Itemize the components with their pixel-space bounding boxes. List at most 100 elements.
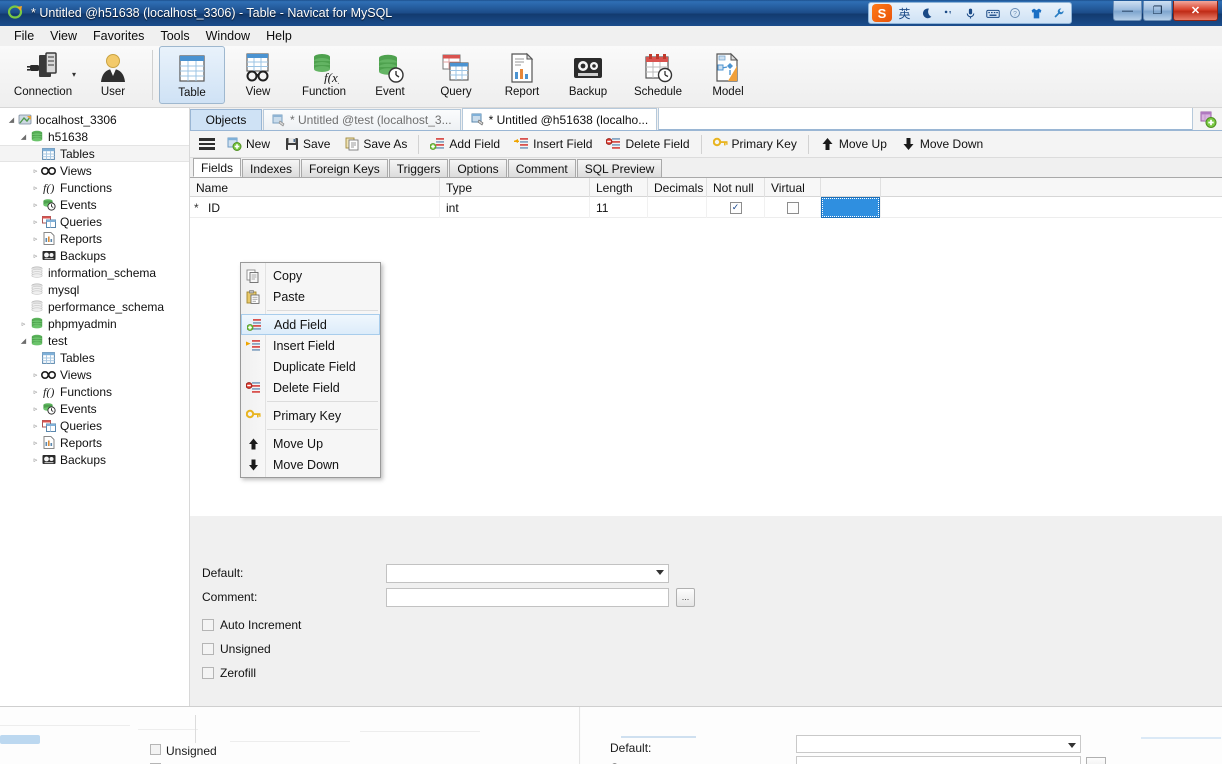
- ghost-comment-input[interactable]: [796, 756, 1081, 764]
- context-menu-item-delete-field[interactable]: Delete Field: [241, 377, 380, 398]
- toolbar-button-schedule[interactable]: Schedule: [621, 46, 695, 104]
- context-menu-item-paste[interactable]: Paste: [241, 286, 380, 307]
- sogou-logo-icon[interactable]: S: [872, 4, 892, 22]
- tree-node-test-queries[interactable]: ▹ Queries: [0, 417, 189, 434]
- tab-untitled-h51638[interactable]: * Untitled @h51638 (localho...: [461, 108, 658, 130]
- cell-field-virtual[interactable]: [765, 197, 821, 218]
- ime-toolbar[interactable]: S 英 ?: [868, 2, 1072, 24]
- toolbar-button-model[interactable]: Model: [695, 46, 761, 104]
- ime-microphone-icon[interactable]: [961, 4, 980, 22]
- subtab-foreign-keys[interactable]: Foreign Keys: [301, 159, 388, 177]
- tree-node-h51638-views[interactable]: ▹ Views: [0, 162, 189, 179]
- toolbar-button-backup[interactable]: Backup: [555, 46, 621, 104]
- toolbar-button-user[interactable]: User: [80, 46, 146, 104]
- selected-cell-highlight[interactable]: [821, 197, 880, 218]
- toolbar-button-event[interactable]: Event: [357, 46, 423, 104]
- column-header-length[interactable]: Length: [590, 178, 648, 197]
- table-row[interactable]: * ID int 11 ✓: [190, 197, 1222, 218]
- ghost-unsigned-checkbox[interactable]: [150, 744, 161, 755]
- column-header-virtual[interactable]: Virtual: [765, 178, 821, 197]
- expander-icon[interactable]: ▹: [30, 167, 41, 175]
- tree-node-localhost_3306[interactable]: ◢ localhost_3306: [0, 111, 189, 128]
- unsigned-checkbox[interactable]: [202, 643, 214, 655]
- cell-field-not-null[interactable]: ✓: [707, 197, 765, 218]
- expander-icon[interactable]: ▹: [30, 388, 41, 396]
- cell-field-name[interactable]: * ID: [190, 197, 440, 218]
- comment-browse-button[interactable]: ...: [676, 587, 695, 607]
- tree-node-test-tables[interactable]: Tables: [0, 349, 189, 366]
- auto-increment-checkbox[interactable]: [202, 619, 214, 631]
- cell-field-type[interactable]: int: [440, 197, 590, 218]
- minimize-button[interactable]: —: [1113, 1, 1142, 21]
- toolbar-button-function[interactable]: f(x) Function: [291, 46, 357, 104]
- context-menu-item-move-down[interactable]: Move Down: [241, 454, 380, 475]
- not-null-checkbox[interactable]: ✓: [729, 201, 742, 214]
- tree-node-h51638-functions[interactable]: ▹ f() Functions: [0, 179, 189, 196]
- expander-icon[interactable]: ▹: [30, 218, 41, 226]
- maximize-button[interactable]: ❐: [1143, 1, 1172, 21]
- context-menu-item-add-field[interactable]: Add Field: [241, 314, 380, 335]
- toolbar-button-view[interactable]: View: [225, 46, 291, 104]
- chevron-down-icon[interactable]: [656, 569, 664, 575]
- tree-node-test-reports[interactable]: ▹ Reports: [0, 434, 189, 451]
- expander-icon[interactable]: ◢: [18, 133, 29, 141]
- tree-node-phpmyadmin[interactable]: ▹ phpmyadmin: [0, 315, 189, 332]
- expander-icon[interactable]: ▹: [30, 439, 41, 447]
- tree-node-h51638-backups[interactable]: ▹ Backups: [0, 247, 189, 264]
- expander-icon[interactable]: ◢: [18, 337, 29, 345]
- menu-view[interactable]: View: [42, 27, 85, 45]
- ime-punctuation-icon[interactable]: [939, 4, 958, 22]
- tab-objects[interactable]: Objects: [190, 109, 262, 130]
- cell-field-key[interactable]: [821, 197, 881, 218]
- expander-icon[interactable]: ▹: [30, 201, 41, 209]
- cell-field-decimals[interactable]: [648, 197, 707, 218]
- menu-window[interactable]: Window: [198, 27, 258, 45]
- menu-favorites[interactable]: Favorites: [85, 27, 152, 45]
- tree-node-test-backups[interactable]: ▹ Backups: [0, 451, 189, 468]
- cell-field-length[interactable]: 11: [590, 197, 648, 218]
- chevron-down-icon[interactable]: ▾: [72, 70, 76, 79]
- context-menu-item-primary-key[interactable]: Primary Key: [241, 405, 380, 426]
- move-up-button[interactable]: Move Up: [813, 133, 894, 155]
- column-header-decimals[interactable]: Decimals: [648, 178, 707, 197]
- toolbar-button-query[interactable]: Query: [423, 46, 489, 104]
- tree-node-test-events[interactable]: ▹ Events: [0, 400, 189, 417]
- toolbar-button-table[interactable]: Table: [159, 46, 225, 104]
- expander-icon[interactable]: ▹: [30, 422, 41, 430]
- ime-settings-wrench-icon[interactable]: [1049, 4, 1068, 22]
- expander-icon[interactable]: ▹: [18, 320, 29, 328]
- tree-node-h51638-events[interactable]: ▹ Events: [0, 196, 189, 213]
- tree-node-h51638-tables[interactable]: Tables: [0, 145, 189, 162]
- toolbar-button-report[interactable]: Report: [489, 46, 555, 104]
- tree-node-h51638[interactable]: ◢ h51638: [0, 128, 189, 145]
- tree-node-performance_schema[interactable]: performance_schema: [0, 298, 189, 315]
- column-header-type[interactable]: Type: [440, 178, 590, 197]
- ime-keyboard-icon[interactable]: [983, 4, 1002, 22]
- column-header-key[interactable]: [821, 178, 881, 197]
- subtab-fields[interactable]: Fields: [193, 158, 242, 177]
- menu-tools[interactable]: Tools: [152, 27, 197, 45]
- tree-node-mysql[interactable]: mysql: [0, 281, 189, 298]
- ime-moon-icon[interactable]: [917, 4, 936, 22]
- column-header-name[interactable]: Name: [190, 178, 440, 197]
- subtab-triggers[interactable]: Triggers: [388, 159, 449, 177]
- save-button[interactable]: Save: [277, 133, 337, 155]
- toolbar-button-connection[interactable]: Connection ▾: [6, 46, 80, 104]
- expander-icon[interactable]: ▹: [30, 456, 41, 464]
- ghost-default-combo[interactable]: [796, 735, 1081, 753]
- ime-help-icon[interactable]: ?: [1005, 4, 1024, 22]
- subtab-options[interactable]: Options: [449, 159, 507, 177]
- context-menu-item-copy[interactable]: Copy: [241, 265, 380, 286]
- default-combo[interactable]: [386, 563, 669, 583]
- new-tab-icon[interactable]: [1192, 108, 1222, 130]
- save-as-button[interactable]: Save As: [337, 133, 414, 155]
- menu-file[interactable]: File: [6, 27, 42, 45]
- menu-help[interactable]: Help: [258, 27, 300, 45]
- subtab-sql-preview[interactable]: SQL Preview: [576, 159, 663, 177]
- comment-input[interactable]: [386, 587, 669, 607]
- new-button[interactable]: New: [220, 133, 277, 155]
- close-button[interactable]: ✕: [1173, 1, 1218, 21]
- column-header-not-null[interactable]: Not null: [707, 178, 765, 197]
- expander-icon[interactable]: ▹: [30, 184, 41, 192]
- subtab-comment[interactable]: Comment: [507, 159, 576, 177]
